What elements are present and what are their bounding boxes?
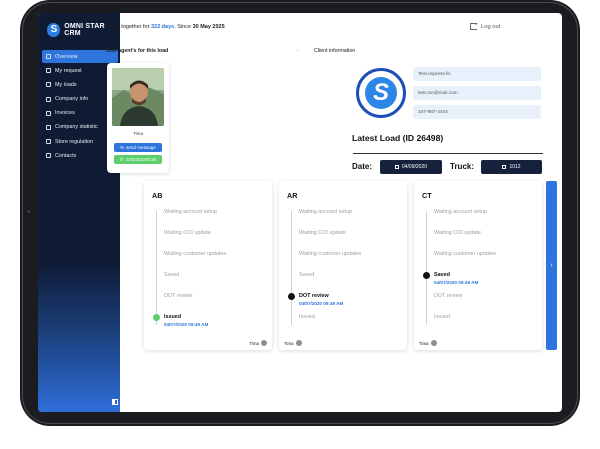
- together-banner: ’ been together for 322 days. Since 30 M…: [105, 24, 225, 30]
- sidebar-collapse-icon[interactable]: [112, 399, 118, 405]
- logout-label: Log out: [481, 23, 501, 30]
- step-date: 04/07/2020 09:49 AM: [164, 322, 209, 327]
- card-title: AB: [152, 191, 163, 200]
- client-phone-field[interactable]: 347-987-4344: [413, 105, 541, 119]
- card-agent: Tima: [249, 340, 267, 346]
- banner-days: 322 days: [150, 24, 175, 30]
- step-saved: Saved: [299, 272, 315, 278]
- info-icon: [46, 96, 51, 102]
- send-message-label: send message: [125, 145, 156, 150]
- step-waiting-coi: Waiting COI update: [299, 230, 346, 236]
- step-waiting-account: Waiting account setup: [434, 209, 487, 215]
- timeline-line: [426, 211, 427, 325]
- status-card-ar[interactable]: AR Waiting account setup Waiting COI upd…: [279, 181, 407, 350]
- next-cards-button[interactable]: ›: [546, 181, 557, 350]
- client-company-field[interactable]: Test express llc: [413, 67, 541, 81]
- send-message-button[interactable]: ✉ send message: [114, 143, 162, 152]
- avatar: [261, 340, 267, 346]
- status-done-dot: [153, 314, 160, 321]
- chevron-right-icon: ›: [550, 262, 553, 269]
- truck-icon: [502, 165, 507, 169]
- card-title: AR: [287, 191, 298, 200]
- sidebar-item-label: Contacts: [55, 152, 77, 159]
- banner-since: 30 May 2025: [192, 24, 225, 30]
- truck-value: 1012: [509, 164, 521, 170]
- truck-label: Truck:: [450, 162, 475, 171]
- carousel-arrows-icon[interactable]: ‹ ›: [296, 48, 301, 54]
- client-logo: [356, 68, 406, 118]
- step-waiting-account: Waiting account setup: [299, 209, 352, 215]
- sidebar-item-label: Store regulation: [55, 138, 94, 145]
- chart-icon: [46, 124, 51, 130]
- document-icon: [46, 139, 51, 145]
- step-issued: Issued: [434, 314, 450, 320]
- card-agent-name: Tima: [249, 340, 259, 346]
- request-icon: [46, 68, 51, 74]
- timeline-line: [291, 211, 292, 325]
- step-waiting-customer: Waiting customer updates: [299, 251, 362, 257]
- step-dot-review: DOT review: [434, 293, 463, 299]
- truck-value-box[interactable]: 1012: [481, 160, 542, 174]
- client-logo-mark: [365, 77, 397, 109]
- calendar-icon: [394, 165, 399, 169]
- step-date: 04/07/2020 09:49 AM: [434, 280, 479, 285]
- step-waiting-customer: Waiting customer updates: [434, 251, 497, 257]
- logout-icon: [470, 21, 479, 30]
- agent-name: Tima: [132, 131, 144, 136]
- step-issued: Issued: [164, 314, 182, 320]
- date-value: 04/09/2020: [401, 164, 428, 170]
- step-issued: Issued: [299, 314, 315, 320]
- step-waiting-customer: Waiting customer updates: [164, 251, 227, 257]
- divider: [353, 153, 543, 154]
- logo-icon: [47, 23, 61, 37]
- step-waiting-coi: Waiting COI update: [434, 230, 481, 236]
- card-agent: Tima: [419, 340, 437, 346]
- sidebar-item-label: Invoices: [55, 110, 75, 117]
- truck-icon: [46, 82, 51, 88]
- banner-mid: . Since: [174, 24, 193, 30]
- step-date: 04/07/2020 09:49 AM: [299, 301, 344, 306]
- card-agent-name: Tima: [419, 340, 429, 346]
- call-agent-button[interactable]: ✆ 224236349725: [114, 155, 162, 164]
- card-agent: Tima: [284, 340, 302, 346]
- invoice-icon: [46, 110, 51, 116]
- sidebar-item-label: My request: [55, 67, 82, 74]
- card-title: CT: [422, 191, 432, 200]
- timeline-line: [156, 211, 157, 325]
- sidebar-item-label: Company info: [55, 96, 89, 103]
- phone-icon: ✆: [119, 156, 124, 162]
- step-waiting-account: Waiting account setup: [164, 209, 217, 215]
- latest-load-title: Latest Load (ID 26498): [352, 133, 444, 143]
- app-screen: OMNI STAR CRM Overview My request 1 My l…: [38, 13, 562, 412]
- step-waiting-coi: Waiting COI update: [164, 230, 211, 236]
- status-done-dot: [423, 272, 430, 279]
- message-icon: ✉: [120, 144, 124, 150]
- step-saved: Saved: [434, 272, 450, 278]
- home-icon: [46, 54, 51, 59]
- client-email-field[interactable]: test.mo@mail.com: [413, 86, 541, 100]
- date-label: Date:: [352, 162, 373, 171]
- step-dot-review: DOT review: [164, 293, 193, 299]
- agent-phone: 224236349725: [125, 157, 157, 162]
- logout-button[interactable]: Log out: [470, 21, 501, 30]
- contacts-icon: [46, 153, 51, 159]
- status-card-ct[interactable]: CT Waiting account setup Waiting COI upd…: [414, 181, 542, 350]
- agent-card: Tima ✉ send message ✆ 224236349725: [107, 63, 169, 173]
- sidebar-item-label: My loads: [55, 81, 77, 88]
- card-agent-name: Tima: [284, 340, 294, 346]
- sidebar-item-label: Overview: [55, 53, 78, 60]
- agent-photo: [112, 68, 164, 126]
- client-section-title: Client information: [314, 48, 356, 54]
- date-value-box[interactable]: 04/09/2020: [380, 160, 442, 174]
- status-card-ab[interactable]: AB Waiting account setup Waiting COI upd…: [144, 181, 272, 350]
- avatar: [295, 340, 302, 346]
- step-dot-review: DOT review: [299, 293, 329, 299]
- banner-prefix: ’ been together for: [105, 24, 151, 30]
- sidebar-item-label: Company statistic: [55, 124, 98, 131]
- avatar: [430, 340, 437, 346]
- step-saved: Saved: [164, 272, 180, 278]
- status-done-dot: [288, 293, 295, 300]
- agent-section-title: Your agent's for this load: [105, 48, 169, 54]
- tablet-camera: [27, 210, 30, 213]
